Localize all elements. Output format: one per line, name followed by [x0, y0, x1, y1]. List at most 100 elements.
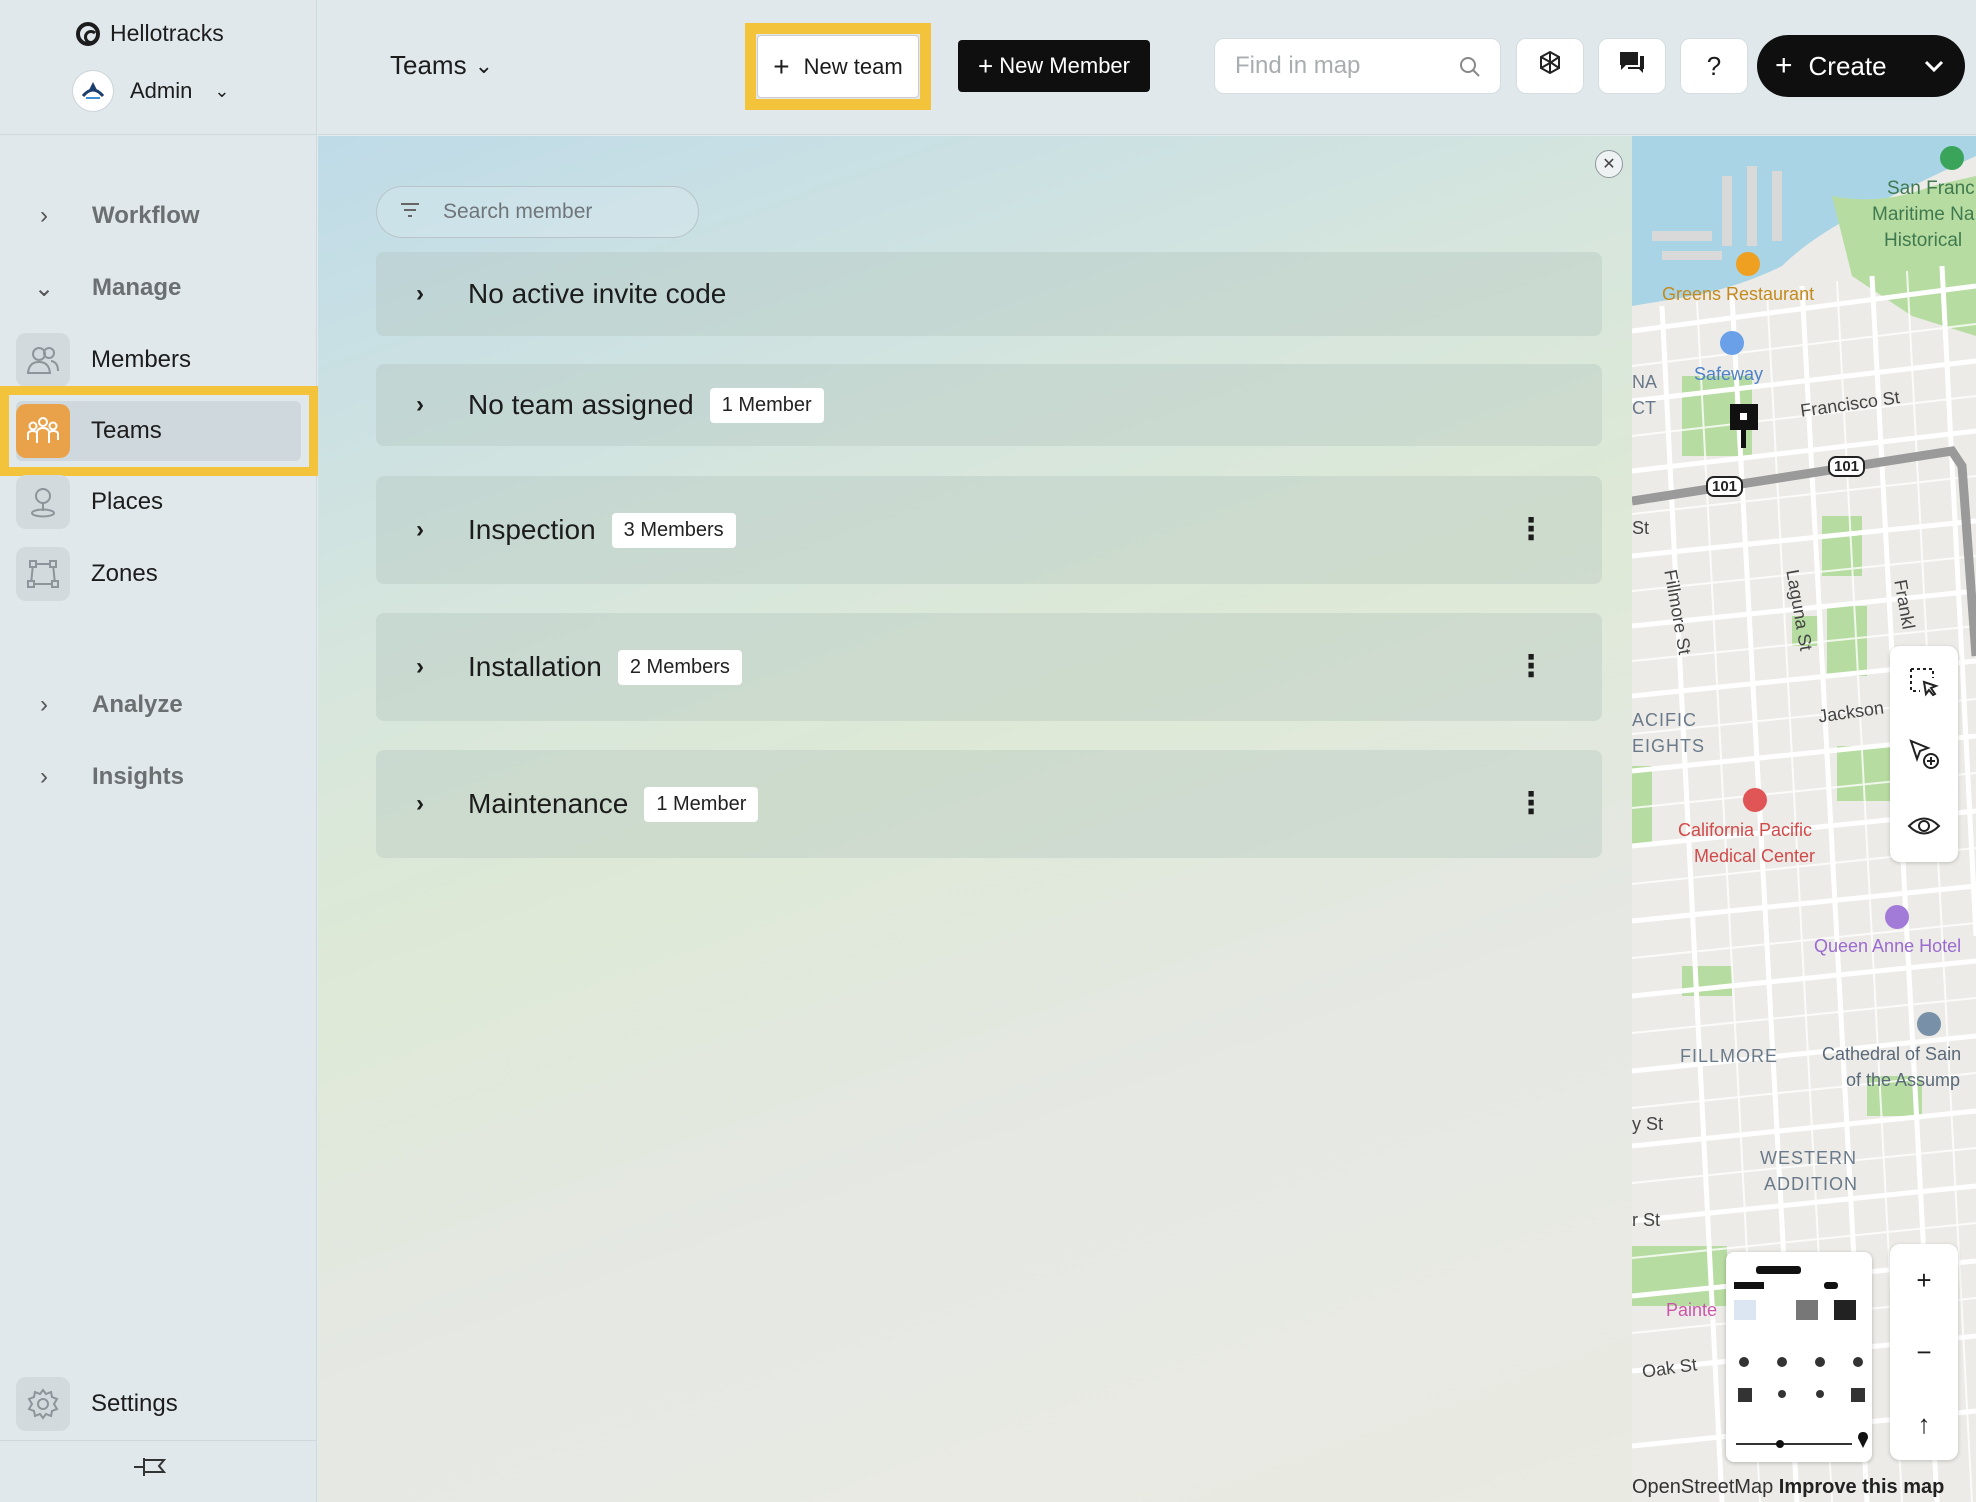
chat-button[interactable]	[1598, 38, 1666, 94]
zoom-controls: + − ↑	[1890, 1244, 1958, 1460]
map-attribution[interactable]: OpenStreetMap Improve this map	[1632, 1476, 1944, 1499]
chevron-right-icon[interactable]: ›	[416, 653, 424, 681]
map-label: Cathedral of Sain	[1822, 1044, 1962, 1064]
reset-north-icon[interactable]: ↑	[1890, 1388, 1958, 1460]
page-switcher[interactable]: Teams ⌄	[390, 50, 493, 81]
map-label: Medical Center	[1694, 846, 1816, 866]
map-label: ACIFIC	[1632, 710, 1698, 730]
map-label: Queen Anne Hotel	[1814, 936, 1962, 956]
top-bar: Teams ⌄ + New team + New Member Find in …	[318, 0, 1976, 135]
places-icon	[16, 475, 70, 529]
new-member-button[interactable]: + New Member	[958, 40, 1150, 92]
sidebar-item-zones[interactable]: Zones	[16, 544, 301, 604]
avatar	[72, 70, 114, 112]
gear-icon	[16, 1377, 70, 1431]
help-button[interactable]: ?	[1680, 38, 1748, 94]
map-label: Greens Restaurant	[1662, 284, 1815, 304]
teams-panel: Search member › No active invite code › …	[318, 136, 1632, 1502]
chevron-right-icon[interactable]: ›	[416, 280, 424, 308]
team-name-text: Inspection	[468, 514, 596, 545]
chevron-right-icon[interactable]: ›	[416, 391, 424, 419]
member-count-badge: 1 Member	[709, 387, 824, 423]
map-label: of the Assump	[1846, 1070, 1961, 1090]
sidebar: Hellotracks Admin ⌄ › Workflow ⌄ Manage …	[0, 0, 318, 1502]
team-name-text: No team assigned	[468, 389, 694, 420]
map-label: California Pacific	[1678, 820, 1813, 840]
search-member-placeholder: Search member	[443, 200, 593, 223]
plus-icon: +	[1775, 49, 1793, 82]
chevron-right-icon[interactable]: ›	[416, 790, 424, 818]
new-team-label: New team	[803, 53, 903, 79]
chevron-right-icon: ›	[40, 691, 48, 718]
sidebar-item-places[interactable]: Places	[16, 472, 301, 532]
page-title: Teams	[390, 50, 467, 80]
hellotracks-logo-icon	[76, 21, 100, 46]
new-team-button[interactable]: + New team	[757, 35, 919, 98]
select-area-icon[interactable]	[1890, 646, 1958, 718]
sidebar-item-label: Places	[91, 488, 164, 515]
chevron-right-icon[interactable]: ›	[416, 516, 424, 544]
ai-assistant-button[interactable]	[1516, 38, 1584, 94]
create-button[interactable]: + Create	[1757, 35, 1965, 97]
plus-icon: +	[773, 50, 790, 82]
eye-icon[interactable]	[1890, 790, 1958, 862]
close-panel-button[interactable]: ✕	[1595, 150, 1623, 178]
more-options-icon[interactable]: ⋮	[1516, 515, 1546, 545]
map-label: r St	[1632, 1210, 1661, 1230]
section-label: Analyze	[92, 691, 183, 718]
account-switcher[interactable]: Admin ⌄	[72, 70, 229, 112]
zoom-out-icon[interactable]: −	[1890, 1316, 1958, 1388]
team-name: No active invite code	[468, 278, 727, 309]
chevron-down-icon[interactable]	[1923, 53, 1945, 84]
map-label: EIGHTS	[1632, 736, 1706, 756]
team-name: Installation 2 Members	[468, 649, 742, 685]
member-count-badge: 3 Members	[611, 512, 736, 548]
team-name: Maintenance 1 Member	[468, 786, 759, 822]
team-name: No team assigned 1 Member	[468, 387, 824, 423]
filter-icon	[399, 200, 421, 224]
chevron-down-icon: ⌄	[474, 52, 494, 78]
find-in-map-input[interactable]: Find in map	[1214, 38, 1501, 94]
sidebar-item-label: Members	[91, 346, 192, 373]
brand[interactable]: Hellotracks	[76, 20, 224, 47]
member-count-badge: 2 Members	[617, 649, 742, 685]
members-icon	[16, 333, 70, 387]
plus-icon: +	[978, 50, 994, 81]
team-group-no-team[interactable]: › No team assigned 1 Member	[376, 364, 1602, 446]
section-workflow[interactable]: › Workflow	[0, 188, 317, 244]
search-member-input[interactable]: Search member	[376, 186, 699, 238]
more-options-icon[interactable]: ⋮	[1516, 789, 1546, 819]
section-insights[interactable]: › Insights	[0, 749, 317, 805]
zoom-in-icon[interactable]: +	[1890, 1244, 1958, 1316]
map-label: CT	[1632, 398, 1656, 418]
map-layers-button[interactable]	[1726, 1252, 1872, 1462]
osm-link[interactable]: OpenStreetMap	[1632, 1476, 1773, 1498]
new-member-label: New Member	[999, 53, 1130, 78]
improve-map-link[interactable]: Improve this map	[1779, 1476, 1945, 1498]
team-name-text: Maintenance	[468, 788, 629, 819]
account-name: Admin	[130, 78, 193, 103]
sidebar-item-members[interactable]: Members	[16, 330, 301, 390]
create-label: Create	[1808, 50, 1887, 81]
section-manage[interactable]: ⌄ Manage	[0, 260, 317, 316]
team-group-no-invite[interactable]: › No active invite code	[376, 252, 1602, 336]
layers-preview-icon	[1734, 1266, 1868, 1448]
member-count-badge: 1 Member	[644, 786, 759, 822]
map-label: NA	[1632, 372, 1658, 392]
highlight-box	[0, 386, 318, 476]
add-waypoint-icon[interactable]	[1890, 718, 1958, 790]
pin-sidebar-icon[interactable]	[132, 1452, 168, 1489]
map-label: San Franc	[1887, 178, 1975, 199]
section-label: Manage	[92, 274, 182, 301]
chevron-right-icon: ›	[40, 763, 48, 790]
map-label: Painte	[1666, 1300, 1718, 1320]
team-group-inspection[interactable]: › Inspection 3 Members ⋮	[376, 476, 1602, 584]
team-group-maintenance[interactable]: › Maintenance 1 Member ⋮	[376, 750, 1602, 858]
more-options-icon[interactable]: ⋮	[1516, 652, 1546, 682]
map-label: Historical	[1884, 230, 1963, 251]
section-analyze[interactable]: › Analyze	[0, 677, 317, 733]
sidebar-item-settings[interactable]: Settings	[16, 1374, 178, 1434]
team-group-installation[interactable]: › Installation 2 Members ⋮	[376, 613, 1602, 721]
map-label: y St	[1632, 1114, 1664, 1134]
chevron-down-icon: ⌄	[214, 80, 230, 101]
